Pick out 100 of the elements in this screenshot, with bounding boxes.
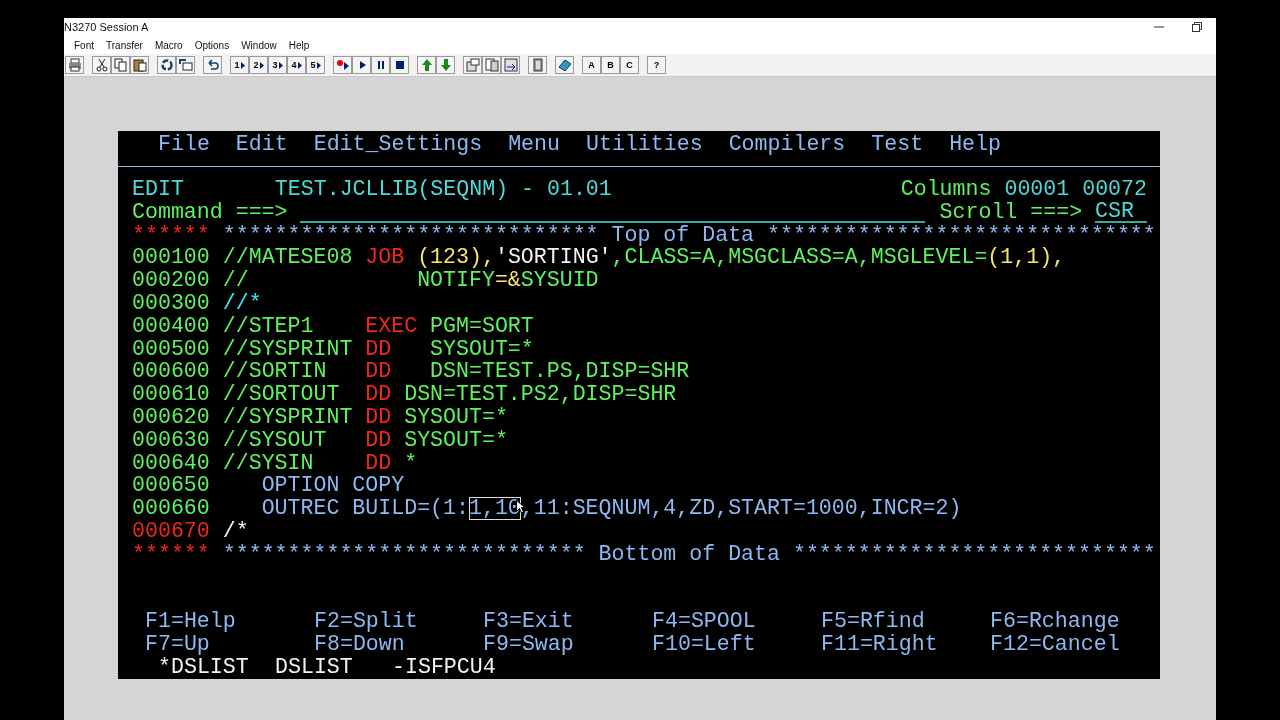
function-key-label: F4=SPOOL bbox=[652, 610, 757, 633]
door-icon bbox=[530, 58, 545, 72]
clipboard-icon bbox=[132, 58, 147, 72]
function-key-label: F7=Up bbox=[145, 633, 211, 656]
code-text: 'SORTING' bbox=[494, 246, 612, 270]
code-text: //STEP1 bbox=[222, 314, 315, 338]
macro-button[interactable]: 3 bbox=[268, 56, 287, 74]
command-label: Command ===> bbox=[132, 200, 288, 224]
toolbar-button[interactable] bbox=[352, 56, 371, 74]
toolbar-button[interactable] bbox=[371, 56, 390, 74]
line-number: 000610 bbox=[132, 383, 210, 406]
toolbar-button[interactable]: B bbox=[601, 56, 620, 74]
panel-menu-title[interactable]: Compilers bbox=[728, 132, 846, 156]
code-text: SYSUID bbox=[520, 269, 599, 292]
record-icon bbox=[335, 58, 350, 72]
menubar-entry[interactable]: Macro bbox=[148, 37, 189, 53]
function-key-label: F9=Swap bbox=[483, 633, 575, 656]
menubar-entry[interactable]: Options bbox=[188, 37, 236, 53]
line-number: 000650 bbox=[132, 474, 210, 498]
code-text: * bbox=[404, 451, 418, 475]
copy-icon bbox=[113, 58, 128, 72]
toolbar-button[interactable] bbox=[482, 56, 501, 74]
code-text: PGM=SORT bbox=[429, 314, 534, 338]
code-text: SYSOUT=* bbox=[403, 405, 508, 429]
panel-menu-title[interactable]: Edit_Settings bbox=[313, 132, 483, 156]
function-key-label: F12=Cancel bbox=[990, 633, 1121, 656]
session-tab[interactable]: DSLIST bbox=[275, 656, 392, 679]
toolbar-button[interactable] bbox=[176, 56, 195, 74]
code-text: //SYSPRINT bbox=[222, 405, 354, 429]
code-text: DD bbox=[365, 383, 392, 406]
toolbar-button[interactable]: A bbox=[582, 56, 601, 74]
pages-icon bbox=[484, 58, 499, 72]
function-key-label: F6=Rchange bbox=[990, 610, 1121, 633]
transfer-icon bbox=[503, 58, 518, 72]
panel-menu-title[interactable]: File bbox=[158, 132, 210, 156]
line-number: 000500 bbox=[132, 337, 210, 361]
toolbar-button[interactable] bbox=[92, 56, 111, 74]
panel-menu-title[interactable]: Help bbox=[949, 132, 1001, 156]
play-icon bbox=[316, 61, 321, 69]
code-text: =& bbox=[494, 269, 521, 292]
code-text: ***************************** Top of Data ****************************** bbox=[222, 223, 1156, 247]
play-icon bbox=[259, 61, 264, 69]
toolbar-button[interactable] bbox=[501, 56, 520, 74]
code-text: DD bbox=[365, 337, 392, 361]
function-key-label: F5=Rfind bbox=[821, 610, 926, 633]
menubar-entry[interactable]: Window bbox=[235, 37, 283, 53]
toolbar-button[interactable] bbox=[390, 56, 409, 74]
line-number: 000300 bbox=[132, 292, 210, 315]
macro-button[interactable]: 1 bbox=[230, 56, 249, 74]
code-text: //SORTIN bbox=[222, 360, 328, 384]
session-tab[interactable]: -ISFPCU4 bbox=[392, 656, 509, 679]
code-text: //SYSOUT bbox=[222, 428, 328, 452]
code-text: DD bbox=[365, 451, 392, 475]
line-number: 000600 bbox=[132, 360, 210, 384]
line-number: 000100 bbox=[132, 246, 210, 270]
toolbar-button[interactable] bbox=[203, 56, 222, 74]
toolbar-button[interactable] bbox=[463, 56, 482, 74]
line-number: 000200 bbox=[132, 269, 210, 292]
panel-menu-title[interactable]: Edit bbox=[235, 132, 288, 156]
refresh-icon bbox=[159, 58, 174, 72]
macro-button[interactable]: 5 bbox=[306, 56, 325, 74]
code-text: DSN=TEST.PS2,DISP=SHR bbox=[403, 383, 677, 406]
toolbar-button[interactable] bbox=[111, 56, 130, 74]
line-number: 000400 bbox=[132, 314, 210, 338]
code-text: DD bbox=[365, 360, 392, 384]
code-text: (1,1), bbox=[987, 246, 1066, 270]
code-text: **************************** Bottom of Data **************************** bbox=[222, 542, 1156, 566]
toolbar-button[interactable] bbox=[130, 56, 149, 74]
scroll-field[interactable]: CSR bbox=[1095, 201, 1147, 224]
code-text: //* bbox=[222, 292, 262, 315]
session-tab[interactable]: *DSLIST bbox=[158, 656, 275, 679]
code-text: /* bbox=[222, 519, 249, 543]
toolbar-button[interactable] bbox=[157, 56, 176, 74]
printer-icon bbox=[67, 58, 82, 72]
toolbar-button[interactable]: C bbox=[620, 56, 639, 74]
function-key-label: F1=Help bbox=[145, 610, 237, 633]
code-text: DD bbox=[365, 428, 392, 452]
code-text: //SYSIN bbox=[222, 451, 315, 475]
menubar-entry[interactable]: Help bbox=[282, 37, 316, 53]
code-text: //SORTOUT bbox=[222, 383, 341, 406]
toolbar-button[interactable]: ? bbox=[647, 56, 666, 74]
menubar-entry[interactable]: Font bbox=[68, 37, 100, 53]
line-number: 000640 bbox=[132, 451, 210, 475]
panel-menu-title[interactable]: Test bbox=[871, 132, 924, 156]
toolbar-button[interactable] bbox=[555, 56, 574, 74]
code-text: DSN=TEST.PS,DISP=SHR bbox=[429, 360, 690, 384]
macro-button[interactable]: 4 bbox=[287, 56, 306, 74]
code-text: JOB bbox=[365, 246, 406, 270]
columns-label: Columns bbox=[900, 178, 992, 201]
function-key-label: F8=Down bbox=[314, 633, 406, 656]
code-text: OUTREC BUILD=(1: bbox=[260, 497, 469, 520]
toolbar-button[interactable] bbox=[333, 56, 352, 74]
menubar-entry[interactable]: Transfer bbox=[100, 37, 149, 53]
panel-menu-title[interactable]: Utilities bbox=[586, 132, 703, 156]
toolbar-button[interactable] bbox=[65, 56, 84, 74]
scroll-label: Scroll ===> bbox=[939, 200, 1083, 224]
macro-button[interactable]: 2 bbox=[249, 56, 268, 74]
code-text: EXEC bbox=[365, 314, 418, 338]
code-text: (123), bbox=[417, 246, 495, 270]
panel-menu-title[interactable]: Menu bbox=[508, 132, 560, 156]
